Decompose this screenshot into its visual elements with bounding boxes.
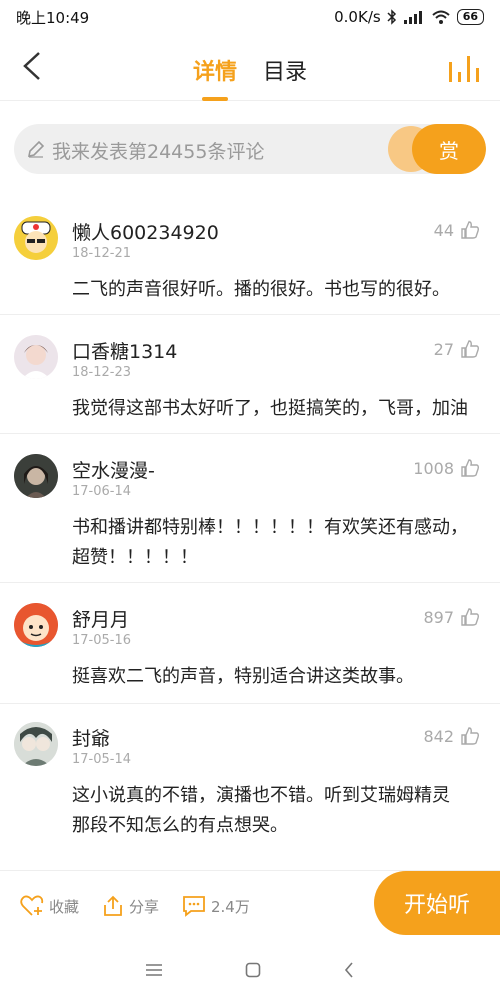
username[interactable]: 舒月月 — [72, 605, 129, 632]
comment-item: 舒月月 17-05-16 897 挺喜欢二飞的声音，特别适合讲这类故事。 — [0, 583, 500, 704]
avatar-photo-icon — [14, 454, 58, 498]
bottom-action-bar: 收藏 分享 2.4万 开始听 — [0, 870, 500, 941]
avatar-cartoon-icon — [14, 216, 58, 260]
tab-catalog[interactable]: 目录 — [263, 34, 307, 100]
thumbs-up-icon — [461, 727, 480, 745]
comment-input-bar[interactable]: 我来发表第24455条评论 赏 — [14, 124, 486, 174]
comment-item: 封爺 17-05-14 842 这小说真的不错，演播也不错。听到艾瑞姆精灵 那段… — [0, 704, 500, 854]
top-bar: 详情 目录 — [0, 34, 500, 101]
system-nav-bar — [0, 940, 500, 1000]
bluetooth-icon — [387, 9, 396, 25]
favorite-label: 收藏 — [49, 897, 80, 916]
network-speed: 0.0K/s — [334, 8, 381, 26]
like-button[interactable]: 897 — [423, 607, 480, 627]
nav-back-icon[interactable] — [343, 962, 355, 978]
avatar[interactable] — [14, 603, 58, 647]
share-icon — [104, 895, 122, 916]
tab-bar: 详情 目录 — [0, 34, 500, 101]
comment-date: 17-06-14 — [72, 484, 132, 499]
username[interactable]: 口香糖1314 — [72, 337, 177, 364]
comment-list: 懒人600234920 18-12-21 44 二飞的声音很好听。播的很好。书也… — [0, 196, 500, 854]
signal-icon — [403, 11, 422, 24]
like-count: 842 — [423, 726, 454, 746]
start-listening-button[interactable]: 开始听 — [374, 871, 500, 935]
comment-date: 18-12-23 — [72, 365, 132, 380]
comment-text: 挺喜欢二飞的声音，特别适合讲这类故事。 — [72, 666, 414, 687]
avatar[interactable] — [14, 216, 58, 260]
like-button[interactable]: 27 — [434, 339, 480, 359]
wifi-icon — [432, 10, 450, 24]
username[interactable]: 封爺 — [72, 724, 110, 751]
like-button[interactable]: 1008 — [413, 458, 480, 478]
comments-count: 2.4万 — [211, 897, 250, 916]
status-bar: 晚上10:49 0.0K/s 66 — [0, 0, 500, 34]
username[interactable]: 空水漫漫- — [72, 456, 155, 483]
equalizer-icon[interactable] — [446, 50, 482, 86]
comment-item: 懒人600234920 18-12-21 44 二飞的声音很好听。播的很好。书也… — [0, 196, 500, 315]
like-button[interactable]: 44 — [434, 220, 480, 240]
comment-text: 这小说真的不错，演播也不错。听到艾瑞姆精灵 那段不知怎么的有点想哭。 — [72, 781, 480, 841]
status-time: 晚上10:49 — [16, 8, 90, 27]
comment-text: 书和播讲都特别棒！！！！！！有欢笑还有感动， 超赞！！！！！ — [72, 513, 480, 573]
thumbs-up-icon — [461, 340, 480, 358]
share-label: 分享 — [129, 897, 160, 916]
comment-date: 18-12-21 — [72, 246, 132, 261]
thumbs-up-icon — [461, 608, 480, 626]
pencil-icon — [27, 140, 45, 158]
comment-text-line: 那段不知怎么的有点想哭。 — [72, 815, 288, 836]
status-icons: 0.0K/s 66 — [334, 8, 484, 26]
avatar-anime-icon — [14, 722, 58, 766]
thumbs-up-icon — [461, 459, 480, 477]
comment-text-line: 这小说真的不错，演播也不错。听到艾瑞姆精灵 — [72, 785, 450, 806]
like-count: 897 — [423, 607, 454, 627]
avatar[interactable] — [14, 454, 58, 498]
share-button[interactable]: 分享 — [102, 895, 159, 917]
comment-date: 17-05-14 — [72, 752, 132, 767]
heart-plus-icon — [20, 895, 44, 916]
menu-icon[interactable] — [145, 963, 163, 977]
comment-item: 口香糖1314 18-12-23 27 我觉得这部书太好听了，也挺搞笑的，飞哥，… — [0, 315, 500, 434]
tab-details[interactable]: 详情 — [193, 34, 237, 101]
avatar[interactable] — [14, 722, 58, 766]
battery-icon: 66 — [456, 9, 484, 25]
comment-bubble-icon — [183, 896, 205, 917]
comment-placeholder: 我来发表第24455条评论 — [52, 141, 265, 163]
favorite-button[interactable]: 收藏 — [20, 895, 79, 917]
avatar-cartoon-icon — [14, 603, 58, 647]
like-count: 1008 — [413, 458, 454, 478]
comment-text: 我觉得这部书太好听了，也挺搞笑的，飞哥，加油 — [72, 398, 468, 419]
like-count: 27 — [433, 339, 454, 359]
thumbs-up-icon — [461, 221, 480, 239]
comment-date: 17-05-16 — [72, 633, 132, 648]
home-icon[interactable] — [245, 962, 261, 978]
avatar-photo-icon — [14, 335, 58, 379]
like-button[interactable]: 842 — [423, 726, 480, 746]
comments-button[interactable]: 2.4万 — [182, 895, 250, 917]
username[interactable]: 懒人600234920 — [72, 218, 219, 245]
reward-button[interactable]: 赏 — [412, 124, 486, 174]
comment-text: 二飞的声音很好听。播的很好。书也写的很好。 — [72, 279, 450, 300]
comment-text-line: 超赞！！！！！ — [72, 547, 198, 568]
comment-item: 空水漫漫- 17-06-14 1008 书和播讲都特别棒！！！！！！有欢笑还有感… — [0, 434, 500, 583]
like-count: 44 — [433, 220, 454, 240]
avatar[interactable] — [14, 335, 58, 379]
comment-text-line: 书和播讲都特别棒！！！！！！有欢笑还有感动， — [72, 517, 468, 538]
